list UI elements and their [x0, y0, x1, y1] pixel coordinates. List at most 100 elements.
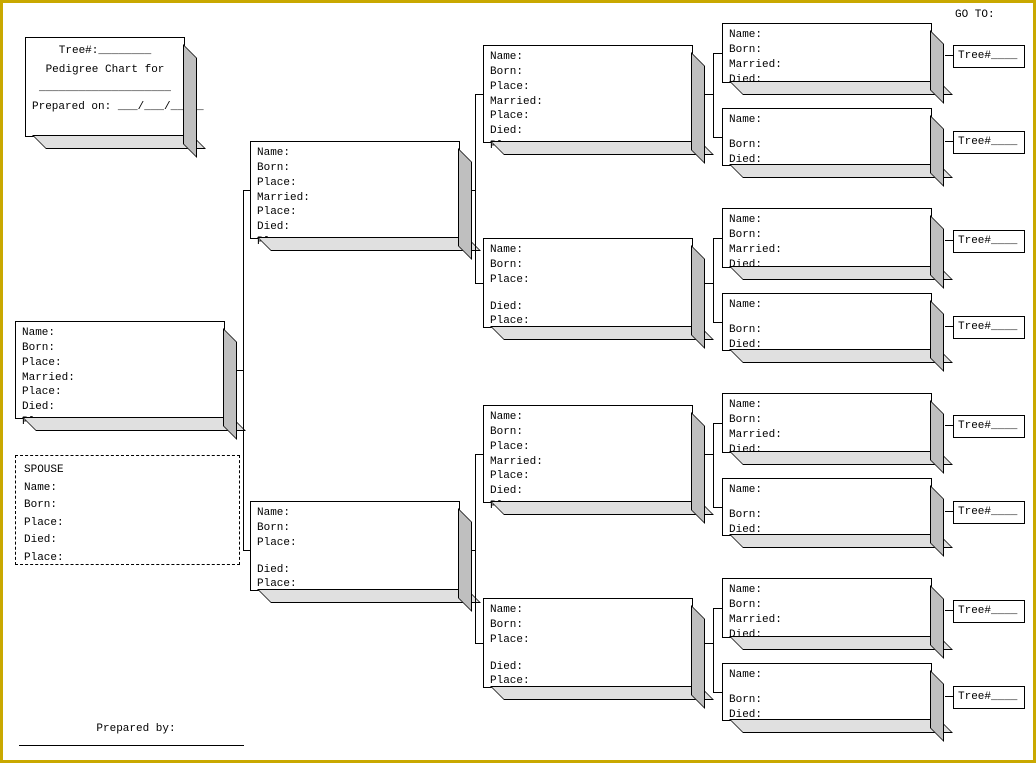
field-name: Name:: [257, 146, 453, 161]
field-place: Place:: [490, 273, 686, 288]
field-place: Place:: [22, 356, 218, 371]
field-name: Name:: [729, 113, 925, 128]
field-born: Born:: [490, 618, 686, 633]
goto-tree-6[interactable]: Tree#____: [953, 501, 1025, 524]
goto-label: GO TO:: [955, 9, 995, 21]
person-gen2-father[interactable]: Name: Born: Place: Married: Place: Died:…: [250, 141, 460, 239]
subject-name-line[interactable]: ____________________: [32, 79, 178, 98]
field-died: Died:: [729, 628, 925, 643]
field-married: Married:: [729, 428, 925, 443]
goto-tree-3[interactable]: Tree#____: [953, 230, 1025, 253]
field-born: Born:: [729, 693, 925, 708]
person-gen4-2[interactable]: Name: Born: Died:: [722, 108, 932, 166]
field-place: Place:: [257, 235, 453, 250]
field-born: Born:: [729, 508, 925, 523]
field-place: Place:: [24, 550, 231, 568]
field-died: Died:: [490, 660, 686, 675]
field-married: Married:: [22, 371, 218, 386]
header-box: Tree#:________ Pedigree Chart for ______…: [25, 37, 185, 137]
field-place: Place:: [490, 674, 686, 689]
person-gen4-4[interactable]: Name: Born: Died:: [722, 293, 932, 351]
tree-number-field[interactable]: Tree#:________: [32, 42, 178, 61]
pedigree-title: Pedigree Chart for: [32, 61, 178, 80]
field-name: Name:: [24, 480, 231, 498]
person-gen4-6[interactable]: Name: Born: Died:: [722, 478, 932, 536]
field-died: Died:: [729, 708, 925, 723]
field-born: Born:: [490, 65, 686, 80]
field-married: Married:: [729, 243, 925, 258]
goto-tree-5[interactable]: Tree#____: [953, 415, 1025, 438]
field-married: Married:: [257, 191, 453, 206]
person-gen4-7[interactable]: Name: Born: Married: Died:: [722, 578, 932, 638]
field-name: Name:: [729, 398, 925, 413]
goto-tree-1[interactable]: Tree#____: [953, 45, 1025, 68]
spouse-box[interactable]: SPOUSE Name: Born: Place: Died: Place:: [15, 455, 240, 565]
field-name: Name:: [257, 506, 453, 521]
person-gen1[interactable]: Name: Born: Place: Married: Place: Died:…: [15, 321, 225, 419]
field-place: Place:: [490, 633, 686, 648]
field-born: Born:: [729, 413, 925, 428]
field-died: Died:: [490, 124, 686, 139]
field-died: Died:: [24, 532, 231, 550]
gap: [257, 551, 453, 563]
goto-tree-8[interactable]: Tree#____: [953, 686, 1025, 709]
person-gen3-mgm[interactable]: Name: Born: Place: Died: Place:: [483, 598, 693, 688]
spouse-heading: SPOUSE: [24, 462, 231, 480]
prepared-by-label: Prepared by:: [61, 723, 211, 735]
field-place: Place:: [490, 314, 686, 329]
field-born: Born:: [729, 598, 925, 613]
person-gen4-3[interactable]: Name: Born: Married: Died:: [722, 208, 932, 268]
goto-tree-2[interactable]: Tree#____: [953, 131, 1025, 154]
field-married: Married:: [729, 58, 925, 73]
field-place: Place:: [22, 415, 218, 430]
person-gen2-mother[interactable]: Name: Born: Place: Died: Place:: [250, 501, 460, 591]
field-born: Born:: [729, 138, 925, 153]
field-place: Place:: [257, 536, 453, 551]
field-name: Name:: [729, 28, 925, 43]
field-name: Name:: [490, 243, 686, 258]
field-died: Died:: [729, 258, 925, 273]
field-place: Place:: [490, 469, 686, 484]
prepared-on-field[interactable]: Prepared on: ___/___/_____: [32, 98, 178, 117]
field-died: Died:: [729, 523, 925, 538]
field-place: Place:: [490, 440, 686, 455]
field-died: Died:: [729, 338, 925, 353]
field-born: Born:: [490, 258, 686, 273]
field-place: Place:: [257, 176, 453, 191]
gap: [729, 498, 925, 508]
gap: [729, 683, 925, 693]
field-place: Place:: [490, 80, 686, 95]
person-gen4-5[interactable]: Name: Born: Married: Died:: [722, 393, 932, 453]
field-born: Born:: [257, 161, 453, 176]
field-name: Name:: [729, 213, 925, 228]
field-died: Died:: [257, 220, 453, 235]
field-died: Died:: [22, 400, 218, 415]
field-died: Died:: [729, 443, 925, 458]
field-born: Born:: [729, 323, 925, 338]
field-died: Died:: [490, 300, 686, 315]
field-place: Place:: [24, 515, 231, 533]
field-born: Born:: [22, 341, 218, 356]
field-place: Place:: [257, 205, 453, 220]
field-born: Born:: [24, 497, 231, 515]
field-name: Name:: [490, 50, 686, 65]
field-born: Born:: [729, 43, 925, 58]
field-died: Died:: [729, 73, 925, 88]
field-place: Place:: [22, 385, 218, 400]
person-gen3-pgf[interactable]: Name: Born: Place: Married: Place: Died:…: [483, 45, 693, 143]
gap: [490, 288, 686, 300]
goto-tree-4[interactable]: Tree#____: [953, 316, 1025, 339]
field-place: Place:: [490, 139, 686, 154]
gap: [729, 313, 925, 323]
field-name: Name:: [490, 410, 686, 425]
field-died: Died:: [729, 153, 925, 168]
person-gen4-1[interactable]: Name: Born: Married: Died:: [722, 23, 932, 83]
person-gen3-pgm[interactable]: Name: Born: Place: Died: Place:: [483, 238, 693, 328]
field-married: Married:: [490, 455, 686, 470]
goto-tree-7[interactable]: Tree#____: [953, 600, 1025, 623]
field-born: Born:: [490, 425, 686, 440]
person-gen3-mgf[interactable]: Name: Born: Place: Married: Place: Died:…: [483, 405, 693, 503]
person-gen4-8[interactable]: Name: Born: Died:: [722, 663, 932, 721]
field-born: Born:: [729, 228, 925, 243]
gap: [729, 128, 925, 138]
